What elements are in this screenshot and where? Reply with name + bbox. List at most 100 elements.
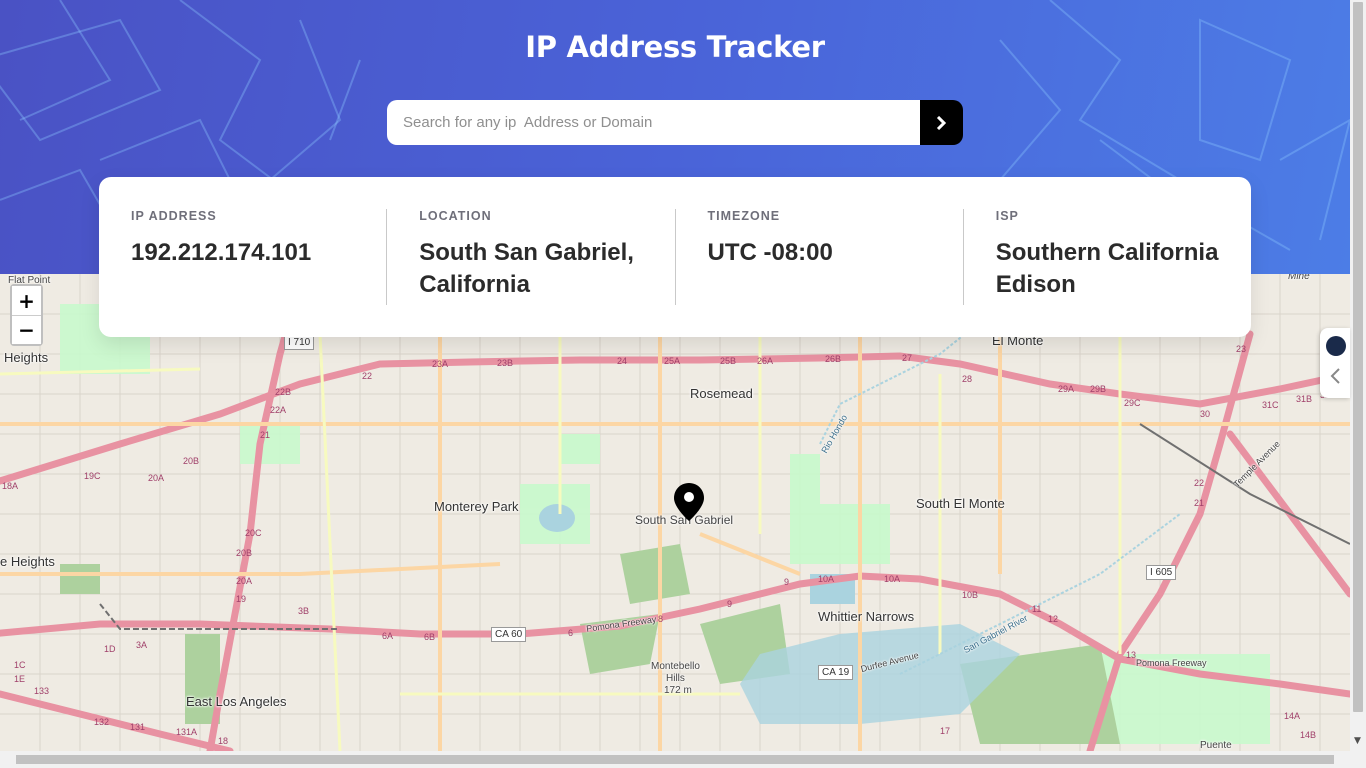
- exit-label: 29B: [1090, 384, 1107, 394]
- info-value: Southern California Edison: [995, 239, 1219, 298]
- map-place-label: Whittier Narrows: [818, 609, 915, 624]
- exit-label: 26B: [825, 354, 842, 364]
- exit-label: 3B: [298, 606, 310, 616]
- exit-label: 21: [1194, 498, 1205, 508]
- map-place-label: Mine: [1288, 274, 1310, 282]
- map-place-label: e Heights: [0, 554, 55, 569]
- exit-label: 20B: [236, 548, 253, 558]
- zoom-out-button[interactable]: −: [12, 315, 41, 344]
- info-value: 192.212.174.101: [131, 239, 312, 266]
- exit-label: 18A: [2, 481, 19, 491]
- exit-label: 14A: [1284, 711, 1301, 721]
- exit-label: 9: [784, 577, 790, 587]
- exit-label: 21: [260, 430, 271, 440]
- map-place-label: 172 m: [664, 685, 692, 696]
- exit-label: 131: [130, 722, 146, 732]
- exit-label: 28: [962, 374, 973, 384]
- info-label: ISP: [995, 209, 1019, 223]
- exit-label: 26A: [757, 356, 774, 366]
- search-input[interactable]: [387, 100, 920, 145]
- map-place-label: Rosemead: [690, 386, 753, 401]
- exit-label: 31C: [1262, 400, 1279, 410]
- exit-label: 23A: [432, 359, 449, 369]
- highway-shield: CA 60: [491, 627, 527, 642]
- exit-label: 20C: [245, 528, 262, 538]
- exit-label: 20A: [236, 576, 253, 586]
- map-place-label: Puente: [1200, 740, 1232, 751]
- page-title: IP Address Tracker: [525, 30, 825, 64]
- extension-icon[interactable]: [1326, 336, 1346, 356]
- search-form: [387, 100, 963, 145]
- chevron-left-icon[interactable]: [1329, 368, 1341, 384]
- exit-label: 29C: [1124, 398, 1141, 408]
- chevron-right-icon: [936, 115, 947, 130]
- exit-label: 9: [727, 599, 733, 609]
- horizontal-scrollbar[interactable]: [0, 751, 1350, 768]
- info-label: TIMEZONE: [707, 209, 781, 223]
- map-place-label: Montebello Hills: [651, 661, 700, 684]
- exit-label: 3A: [136, 640, 148, 650]
- road-label: Pomona Freeway: [1136, 658, 1207, 668]
- exit-label: 20B: [183, 456, 200, 466]
- exit-label: 10A: [818, 574, 835, 584]
- zoom-in-button[interactable]: +: [12, 286, 41, 315]
- map-place-label: East Los Angeles: [186, 694, 287, 709]
- info-value: UTC -08:00: [707, 239, 833, 266]
- map-view[interactable]: Flat Point Heights Rosemead El Monte Mon…: [0, 274, 1350, 751]
- exit-label: 1E: [14, 674, 26, 684]
- exit-label: 20A: [148, 473, 165, 483]
- exit-label: 19: [236, 594, 247, 604]
- exit-label: 22: [1194, 478, 1205, 488]
- exit-label: 31B: [1296, 394, 1313, 404]
- exit-label: 132: [94, 717, 110, 727]
- exit-label: 14B: [1300, 730, 1317, 740]
- highway-shield: I 710: [284, 335, 315, 350]
- vertical-scrollbar[interactable]: ▼: [1350, 0, 1366, 768]
- exit-label: 6B: [424, 632, 436, 642]
- location-pin-icon[interactable]: [673, 482, 705, 522]
- exit-label: 30: [1200, 409, 1211, 419]
- exit-label: 18: [218, 736, 229, 746]
- ip-info-card: IP ADDRESS 192.212.174.101 LOCATION Sout…: [99, 177, 1251, 337]
- map-zoom-control: + −: [10, 284, 43, 346]
- exit-label: 25B: [720, 356, 737, 366]
- scrollbar-thumb[interactable]: [16, 755, 1334, 764]
- exit-label: 1C: [14, 660, 26, 670]
- highway-shield: I 605: [1146, 565, 1177, 580]
- exit-label: 6: [568, 628, 574, 638]
- scrollbar-thumb[interactable]: [1353, 2, 1363, 712]
- info-isp: ISP Southern California Edison: [962, 209, 1251, 305]
- search-submit-button[interactable]: [920, 100, 963, 145]
- exit-label: 23: [1236, 344, 1247, 354]
- exit-label: 19C: [84, 471, 101, 481]
- info-ip-address: IP ADDRESS 192.212.174.101: [99, 209, 386, 305]
- exit-label: 22B: [275, 387, 292, 397]
- exit-label: 133: [34, 686, 50, 696]
- map-place-label: Monterey Park: [434, 499, 519, 514]
- exit-label: 29A: [1058, 384, 1075, 394]
- exit-label: 27: [902, 353, 913, 363]
- exit-label: 25A: [664, 356, 681, 366]
- exit-label: 10A: [884, 574, 901, 584]
- info-value: South San Gabriel, California: [419, 239, 634, 298]
- map-place-label: South El Monte: [916, 496, 1005, 511]
- side-panel-toggle[interactable]: [1320, 328, 1350, 398]
- exit-label: 12: [1048, 614, 1059, 624]
- exit-label: 8: [658, 614, 664, 624]
- exit-label: 22: [362, 371, 373, 381]
- info-label: IP ADDRESS: [131, 209, 217, 223]
- highway-shield: CA 19: [818, 665, 854, 680]
- exit-label: 131A: [176, 727, 198, 737]
- exit-label: 11: [1032, 604, 1042, 614]
- exit-label: 22A: [270, 405, 287, 415]
- exit-label: 6A: [382, 631, 394, 641]
- info-timezone: TIMEZONE UTC -08:00: [674, 209, 963, 305]
- exit-label: 24: [617, 356, 628, 366]
- exit-label: 1D: [104, 644, 116, 654]
- info-label: LOCATION: [419, 209, 492, 223]
- scroll-down-arrow-icon[interactable]: ▼: [1354, 736, 1361, 746]
- exit-label: 17: [940, 726, 951, 736]
- exit-label: 23B: [497, 358, 514, 368]
- map-place-label: Heights: [4, 350, 49, 365]
- exit-label: 10B: [962, 590, 979, 600]
